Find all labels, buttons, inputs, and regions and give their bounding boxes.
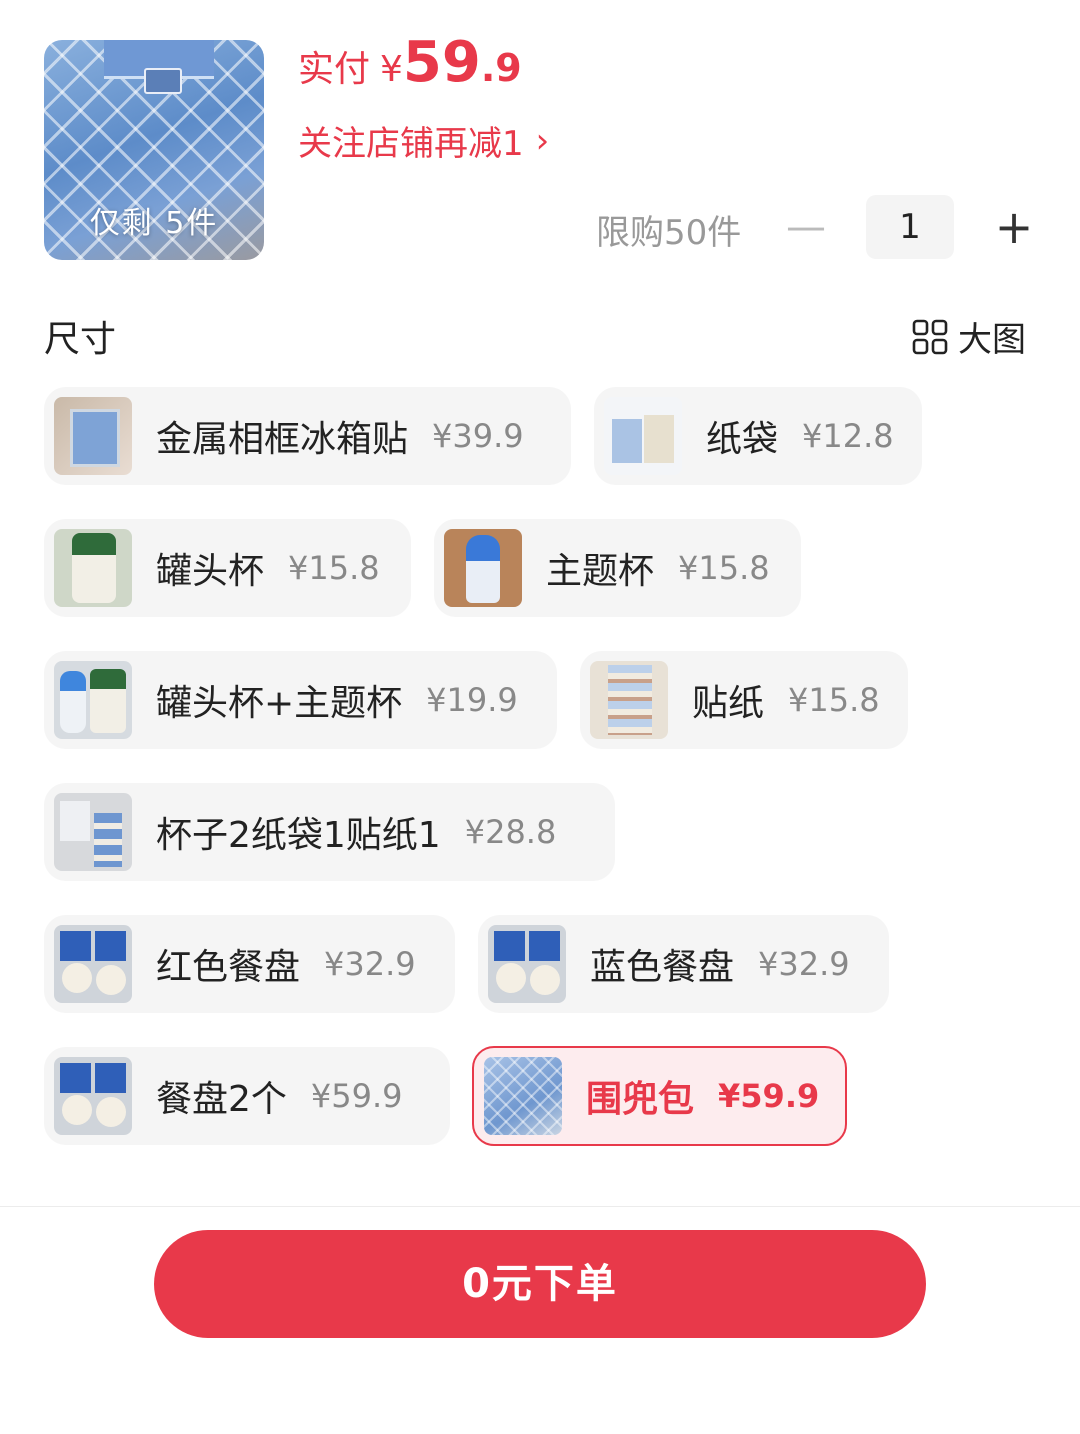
option-thumbnail (54, 793, 132, 871)
option-name: 围兜包 (586, 1079, 695, 1120)
option-thumbnail (484, 1057, 562, 1135)
quantity-input[interactable]: 1 (866, 195, 954, 259)
option-price: ¥32.9 (324, 945, 416, 983)
option-name: 罐头杯+主题杯 (156, 683, 403, 724)
follow-store-text: 关注店铺再减1 (298, 124, 524, 164)
option-price: ¥28.8 (464, 813, 557, 851)
option-thumbnail (590, 661, 668, 739)
option-thumbnail (54, 529, 132, 607)
price-integer: 59 (402, 30, 481, 95)
follow-store-discount-link[interactable]: 关注店铺再减1 › (298, 116, 549, 165)
option-chip-bib-bag-selected[interactable]: 围兜包 ¥59.9 (472, 1046, 847, 1146)
size-section-title: 尺寸 (44, 319, 117, 360)
option-chip-can-and-theme-cup[interactable]: 罐头杯+主题杯 ¥19.9 (44, 651, 557, 749)
option-name: 餐盘2个 (156, 1079, 287, 1120)
option-chip-two-plates[interactable]: 餐盘2个 ¥59.9 (44, 1047, 450, 1145)
price-currency: ¥ (380, 49, 403, 90)
option-name: 纸袋 (706, 419, 779, 460)
option-chip-sticker[interactable]: 贴纸 ¥15.8 (580, 651, 908, 749)
option-thumbnail (54, 925, 132, 1003)
option-thumbnail (604, 397, 682, 475)
option-chip-red-plate[interactable]: 红色餐盘 ¥32.9 (44, 915, 455, 1013)
large-image-toggle[interactable]: 大图 (912, 312, 1026, 361)
option-thumbnail (444, 529, 522, 607)
product-image[interactable]: 仅剩 5件 (44, 40, 264, 260)
grid-icon (912, 319, 948, 354)
footer-divider (0, 1206, 1080, 1207)
option-price: ¥39.9 (432, 417, 524, 455)
option-thumbnail (488, 925, 566, 1003)
option-price: ¥19.9 (426, 681, 518, 719)
option-name: 蓝色餐盘 (590, 947, 735, 988)
option-name: 红色餐盘 (156, 947, 301, 988)
option-name: 贴纸 (692, 683, 765, 724)
option-name: 金属相框冰箱贴 (156, 419, 409, 460)
option-price: ¥15.8 (288, 549, 380, 587)
option-thumbnail (54, 397, 132, 475)
quantity-increase-button[interactable]: + (992, 198, 1036, 256)
option-price: ¥15.8 (788, 681, 880, 719)
large-image-label: 大图 (958, 320, 1026, 360)
option-price: ¥59.9 (718, 1077, 820, 1115)
option-price: ¥32.9 (758, 945, 850, 983)
option-name: 杯子2纸袋1贴纸1 (156, 815, 441, 856)
option-name: 罐头杯 (156, 551, 265, 592)
option-chip-bundle-set[interactable]: 杯子2纸袋1贴纸1 ¥28.8 (44, 783, 615, 881)
option-price: ¥12.8 (802, 417, 894, 455)
purchase-limit-label: 限购50件 (596, 213, 742, 253)
option-price: ¥15.8 (678, 549, 770, 587)
price-decimal: .9 (480, 46, 522, 90)
option-name: 主题杯 (546, 551, 655, 592)
quantity-decrease-button[interactable]: — (784, 200, 828, 254)
option-price: ¥59.9 (310, 1077, 403, 1115)
option-thumbnail (54, 1057, 132, 1135)
chevron-right-icon: › (535, 120, 550, 161)
option-chip-paper-bag[interactable]: 纸袋 ¥12.8 (594, 387, 922, 485)
product-badge-graphic (144, 68, 182, 94)
option-chip-metal-frame-magnet[interactable]: 金属相框冰箱贴 ¥39.9 (44, 387, 571, 485)
option-chip-theme-cup[interactable]: 主题杯 ¥15.8 (434, 519, 801, 617)
price-prefix: 实付 (298, 49, 371, 90)
option-thumbnail (54, 661, 132, 739)
option-chip-blue-plate[interactable]: 蓝色餐盘 ¥32.9 (478, 915, 889, 1013)
place-order-button[interactable]: 0元下单 (154, 1230, 926, 1338)
option-chip-can-cup[interactable]: 罐头杯 ¥15.8 (44, 519, 411, 617)
stock-remaining-label: 仅剩 5件 (89, 206, 219, 241)
actual-price: 实付 ¥ 59 .9 (298, 30, 522, 95)
